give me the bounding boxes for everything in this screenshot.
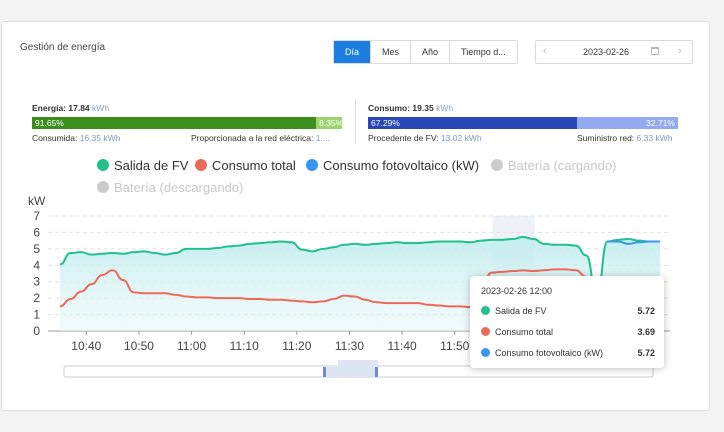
y-tick-label: 3 — [33, 275, 40, 289]
y-tick-label: 5 — [33, 242, 40, 256]
x-tick-label: 10:40 — [71, 339, 101, 353]
y-tick-label: 2 — [33, 291, 40, 305]
x-tick-label: 11:10 — [230, 339, 259, 353]
tooltip-row-pv-output: Salida de FV 5.72 — [481, 306, 655, 316]
y-tick-label: 7 — [33, 209, 40, 223]
x-tick-label: 11:50 — [440, 339, 469, 353]
zoom-handle-left — [323, 367, 326, 377]
y-tick-label: 6 — [33, 225, 40, 239]
x-tick-label: 10:50 — [124, 339, 154, 353]
chart-tooltip: 2023-02-26 12:00 Salida de FV 5.72 Consu… — [470, 276, 664, 368]
x-tick-label: 11:00 — [177, 339, 206, 353]
x-tick-label: 11:40 — [388, 339, 417, 353]
tooltip-value: 3.69 — [637, 327, 655, 337]
x-tick-label: 11:20 — [282, 339, 311, 353]
zoom-handle-right — [375, 367, 378, 377]
tooltip-value: 5.72 — [637, 306, 655, 316]
zoom-slider-window — [325, 366, 376, 377]
x-tick-label: 11:30 — [335, 339, 364, 353]
tooltip-dot — [481, 348, 490, 357]
tooltip-label: Salida de FV — [495, 306, 547, 316]
tooltip-row-pv-consumption: Consumo fotovoltaico (kW) 5.72 — [481, 348, 655, 358]
y-tick-label: 0 — [33, 324, 40, 338]
y-tick-label: 1 — [33, 308, 40, 322]
y-axis-label: kW — [28, 194, 46, 208]
tooltip-label: Consumo total — [495, 327, 554, 337]
tooltip-dot — [481, 306, 490, 315]
y-tick-label: 4 — [33, 258, 40, 272]
tooltip-value: 5.72 — [637, 348, 655, 358]
tooltip-label: Consumo fotovoltaico (kW) — [495, 348, 604, 358]
tooltip-dot — [481, 327, 490, 336]
zoom-slider-grip — [338, 360, 378, 366]
tooltip-row-total-consumption: Consumo total 3.69 — [481, 327, 655, 337]
tooltip-title: 2023-02-26 12:00 — [481, 286, 553, 296]
